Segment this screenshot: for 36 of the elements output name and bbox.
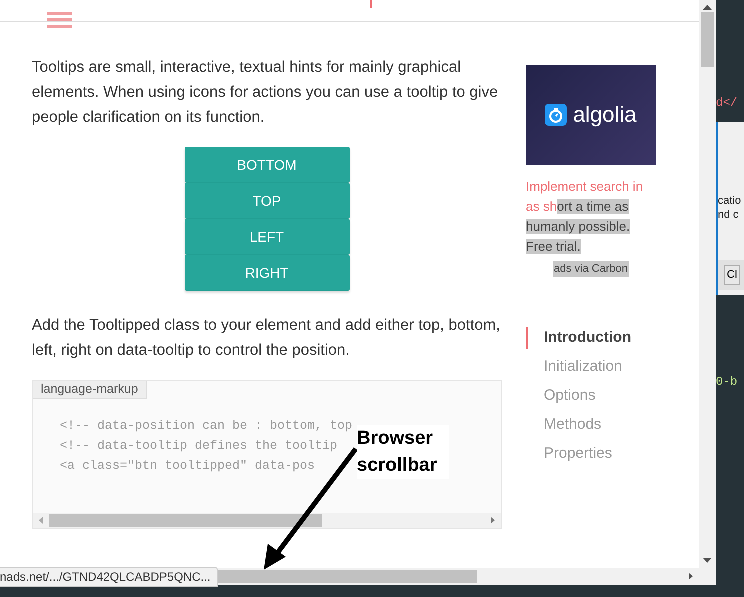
code-fragment: d</ <box>716 96 738 110</box>
toc-link[interactable]: Introduction <box>526 327 656 349</box>
toc-link[interactable]: Methods <box>526 414 656 436</box>
tooltip-button[interactable]: LEFT <box>184 219 350 255</box>
code-line: <!-- data-position can be : bottom, top <box>60 418 353 435</box>
code-scrollbar[interactable] <box>33 513 501 528</box>
scroll-right-icon[interactable] <box>689 573 693 580</box>
tooltip-button[interactable]: BOTTOM <box>184 147 350 183</box>
progress-mark <box>370 0 372 8</box>
toc-link[interactable]: Properties <box>526 443 656 465</box>
stopwatch-icon <box>545 104 568 126</box>
dialog-text: nd c <box>718 208 739 222</box>
dialog-text: catio <box>718 194 742 208</box>
scroll-right-icon[interactable] <box>491 517 495 524</box>
annotation-text: Browser scrollbar <box>357 425 449 479</box>
code-line: <a class="btn tooltipped" data-pos <box>60 458 316 475</box>
status-tooltip: nads.net/.../GTND42QLCABDP5QNC... <box>0 567 218 587</box>
dialog-button[interactable]: Cl <box>724 265 740 285</box>
scroll-left-icon[interactable] <box>39 517 43 524</box>
code-fragment: 0-b <box>716 375 738 389</box>
scrollbar-thumb[interactable] <box>701 12 714 67</box>
logo-text: algolia <box>573 102 637 128</box>
intro-text: Tooltips are small, interactive, textual hints for mainly graphical elements. When using icons for actions you can use a tooltip to give people clarification on its function. <box>32 58 500 128</box>
menu-icon[interactable] <box>47 12 72 28</box>
scroll-up-icon[interactable] <box>703 5 712 10</box>
tooltip-button[interactable]: RIGHT <box>184 255 350 291</box>
toc-link[interactable]: Initialization <box>526 356 656 378</box>
code-line: <!-- data-tooltip defines the tooltip <box>60 438 338 455</box>
language-label: language-markup <box>33 381 148 399</box>
instruction-text: Add the Tooltipped class to your element and add either top, bottom, left, right on data-tooltip to control the position. <box>32 316 502 361</box>
toc-link[interactable]: Options <box>526 385 656 407</box>
scrollbar-thumb[interactable] <box>49 514 322 527</box>
ad-credit: ads via Carbon <box>553 261 629 277</box>
scroll-down-icon[interactable] <box>703 558 712 563</box>
tooltip-button[interactable]: TOP <box>184 183 350 219</box>
vertical-scrollbar[interactable] <box>699 0 716 568</box>
